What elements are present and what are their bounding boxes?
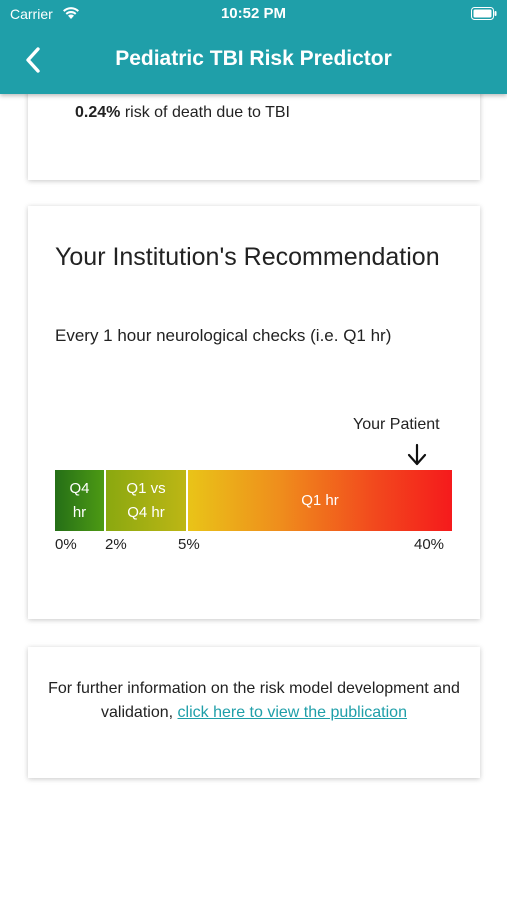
status-bar: Carrier 10:52 PM (0, 0, 507, 30)
nav-header: Carrier 10:52 PM Pediatric TBI Risk Pred… (0, 0, 507, 94)
down-arrow-icon (407, 443, 427, 466)
tick-label: 5% (178, 536, 200, 553)
recommendation-text: Every 1 hour neurological checks (i.e. Q… (55, 326, 392, 345)
segment-q1-line1: Q1 hr (301, 491, 339, 509)
death-risk-label: risk of death due to TBI (120, 104, 290, 121)
recommendation-card: Your Institution's Recommendation Every … (28, 206, 480, 619)
death-risk-value: 0.24% (75, 104, 121, 121)
publication-link[interactable]: click here to view the publication (178, 704, 407, 721)
tick-label: 2% (105, 536, 127, 553)
your-patient-label: Your Patient (353, 416, 440, 433)
tick-label: 40% (414, 536, 445, 553)
segment-q1q4-line1: Q1 vs (126, 479, 166, 497)
publication-info-text: For further information on the risk mode… (48, 677, 460, 725)
segment-q4-line1: Q4 (69, 479, 90, 497)
segment-q4: Q4 hr (55, 470, 106, 531)
segment-q1: Q1 hr (188, 470, 452, 531)
segment-q1q4-line2: Q4 hr (127, 503, 165, 521)
segment-q1-vs-q4: Q1 vs Q4 hr (106, 470, 188, 531)
battery-icon (471, 7, 497, 20)
risk-scale-bar: Q4 hr Q1 vs Q4 hr Q1 hr (55, 470, 452, 531)
status-time: 10:52 PM (220, 5, 287, 22)
segment-q4-line2: hr (72, 503, 87, 521)
recommendation-title: Your Institution's Recommendation (55, 243, 440, 271)
death-risk-text: 0.24% risk of death due to TBI (75, 104, 290, 122)
page-title: Pediatric TBI Risk Predictor (115, 47, 392, 70)
tick-label: 0% (55, 536, 77, 553)
publication-info-card: For further information on the risk mode… (28, 647, 480, 778)
app-screen: Carrier 10:52 PM Pediatric TBI Risk Pred… (0, 0, 507, 900)
